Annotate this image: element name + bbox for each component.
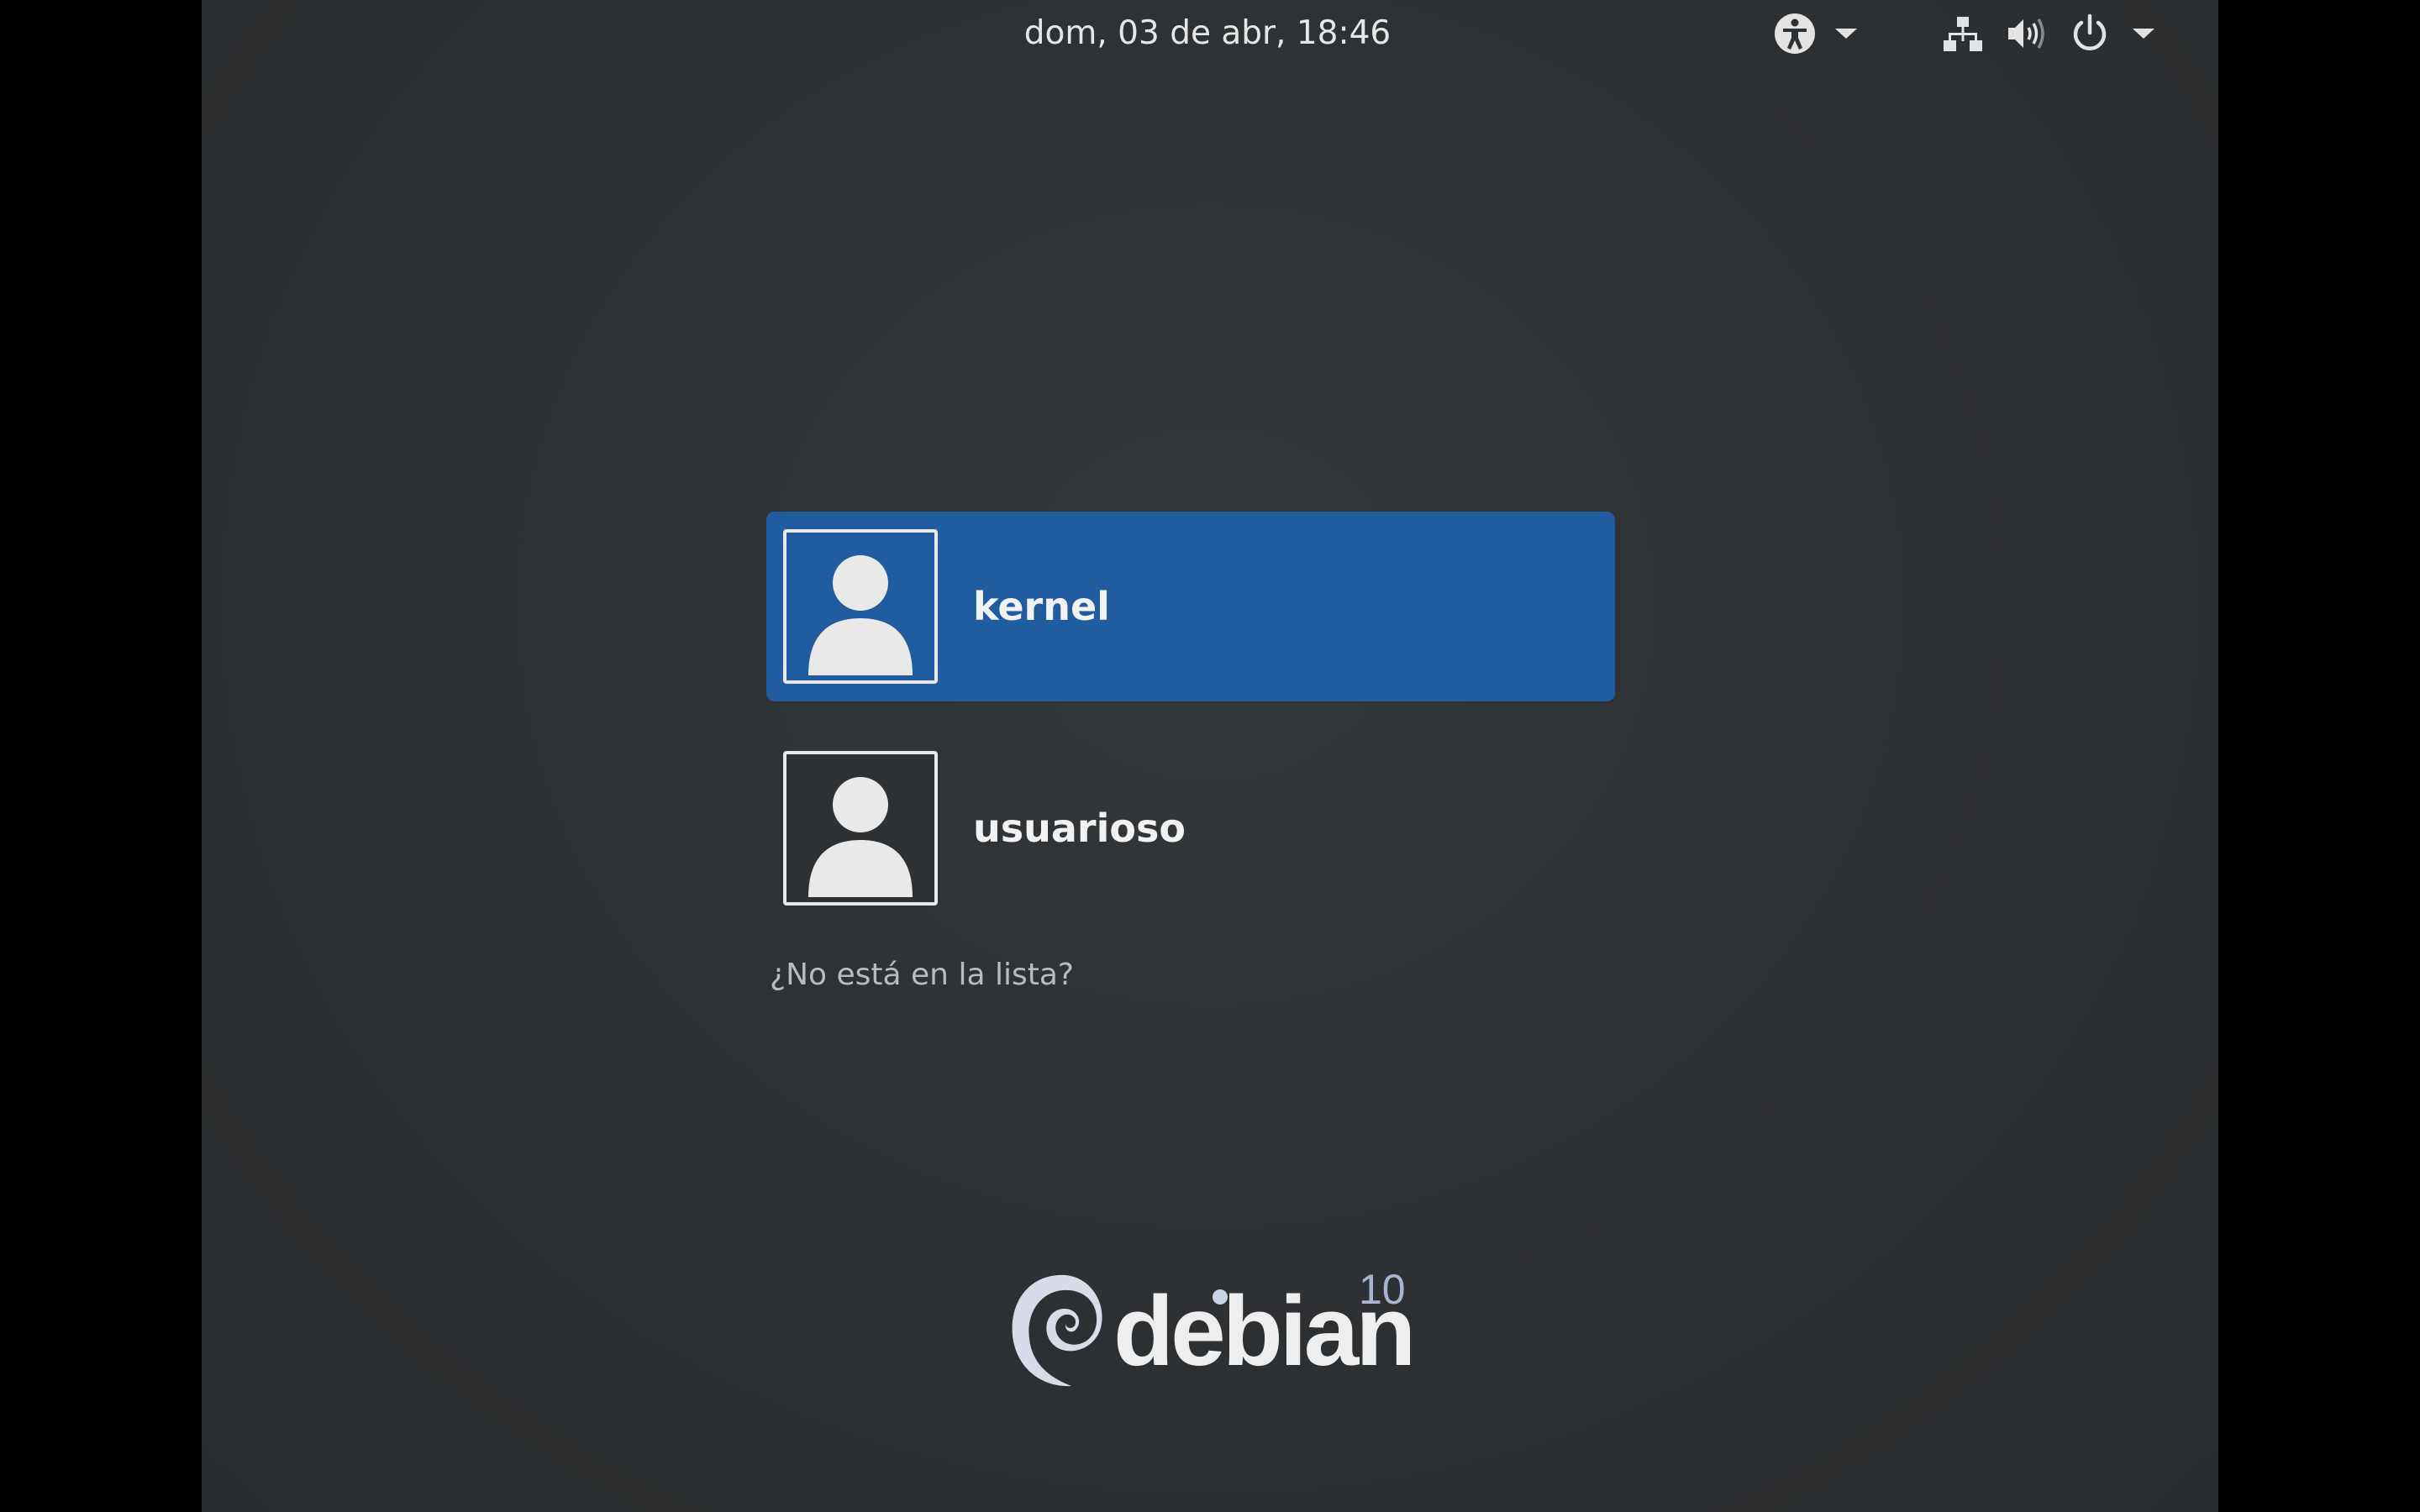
user-list: kernel usuarioso [766, 512, 1615, 923]
accessibility-icon [1773, 12, 1817, 55]
user-silhouette-icon [808, 555, 913, 675]
date-time-label: dom, 03 de abr, 18:46 [1023, 14, 1392, 52]
system-menu-button[interactable] [1943, 10, 2154, 57]
accessibility-menu-button[interactable] [1773, 10, 1857, 57]
avatar [783, 751, 938, 906]
top-bar: dom, 03 de abr, 18:46 [202, 0, 2218, 67]
network-icon [1943, 13, 1983, 54]
login-screen: dom, 03 de abr, 18:46 kernel usuarioso ¿… [202, 0, 2218, 1512]
chevron-down-icon [2133, 29, 2154, 39]
not-listed-link[interactable]: ¿No está en la lista? [770, 958, 1074, 992]
debian-logo: debian 10 [1004, 1264, 1441, 1399]
user-name: kernel [973, 584, 1110, 629]
debian-swirl-icon [1012, 1274, 1102, 1387]
volume-icon [2005, 13, 2047, 54]
logo-version: 10 [1359, 1266, 1406, 1313]
user-silhouette-icon [808, 777, 913, 897]
user-name: usuarioso [973, 806, 1186, 851]
user-item-usuarioso[interactable]: usuarioso [766, 733, 1615, 923]
user-item-kernel[interactable]: kernel [766, 512, 1615, 701]
date-time-display[interactable]: dom, 03 de abr, 18:46 [202, 12, 2218, 55]
power-icon [2069, 13, 2111, 55]
avatar [783, 529, 938, 684]
chevron-down-icon [1835, 29, 1857, 39]
